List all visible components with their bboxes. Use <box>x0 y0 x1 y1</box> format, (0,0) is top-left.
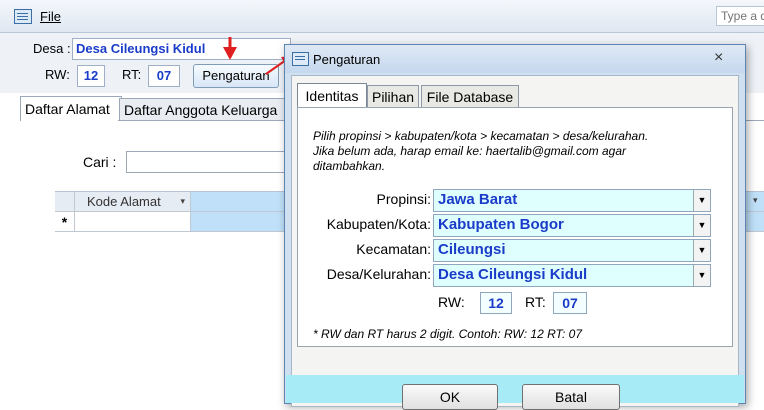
desa-kelurahan-value: Desa Cileungsi Kidul <box>438 266 588 283</box>
kecamatan-label: Kecamatan: <box>356 241 431 257</box>
tab-pilihan-label: Pilihan <box>371 89 415 105</box>
new-row-marker: * <box>61 214 68 230</box>
cari-label: Cari : <box>83 154 117 170</box>
ok-button-label: OK <box>439 389 461 405</box>
tab-daftar-alamat-label: Daftar Alamat <box>25 101 110 117</box>
kabupaten-dropdown-icon[interactable]: ▼ <box>693 215 710 236</box>
tab-file-database-label: File Database <box>426 89 514 105</box>
rt-value: 07 <box>156 68 172 83</box>
column-dropdown-icon[interactable]: ▾ <box>753 195 758 206</box>
propinsi-dropdown-icon[interactable]: ▼ <box>693 190 710 211</box>
desa-field[interactable]: Desa Cileungsi Kidul <box>72 38 291 60</box>
tab-daftar-alamat[interactable]: Daftar Alamat <box>20 96 122 121</box>
tab-identitas-label: Identitas <box>305 88 359 104</box>
dialog-rt-value: 07 <box>562 295 578 311</box>
dialog-rw-field[interactable]: 12 <box>480 292 512 314</box>
tab-daftar-anggota-keluarga-label: Daftar Anggota Keluarga <box>124 102 278 118</box>
ok-button[interactable]: OK <box>402 384 498 410</box>
propinsi-combo[interactable]: Jawa Barat ▼ <box>433 189 711 212</box>
kabupaten-combo[interactable]: Kabupaten Bogor ▼ <box>433 214 711 237</box>
close-icon[interactable]: × <box>714 49 723 67</box>
form-icon <box>14 9 32 24</box>
dialog-title: Pengaturan <box>313 52 381 67</box>
main-titlebar: File <box>0 0 764 33</box>
dialog-rt-label: RT: <box>525 294 546 310</box>
kabupaten-value: Kabupaten Bogor <box>438 216 564 233</box>
kabupaten-label: Kabupaten/Kota: <box>326 216 431 232</box>
pengaturan-dialog: Pengaturan × Identitas Pilihan File Data… <box>284 44 746 410</box>
kecamatan-value: Cileungsi <box>438 241 506 258</box>
dialog-button-band <box>286 375 744 403</box>
dialog-rw-label: RW: <box>438 294 465 310</box>
desa-kelurahan-label: Desa/Kelurahan: <box>326 266 431 282</box>
desa-value: Desa Cileungsi Kidul <box>76 41 206 56</box>
column-header-label: Kode Alamat <box>87 194 161 209</box>
instructions-text: Pilih propinsi > kabupaten/kota > kecama… <box>313 129 649 173</box>
select-all-corner[interactable] <box>55 192 75 212</box>
desa-label: Desa : <box>33 41 71 56</box>
cari-input[interactable] <box>126 151 298 173</box>
rw-field[interactable]: 12 <box>77 65 105 87</box>
pengaturan-button-label: Pengaturan <box>202 68 270 83</box>
tab-file-database[interactable]: File Database <box>421 85 519 108</box>
propinsi-label: Propinsi: <box>376 191 431 207</box>
batal-button-label: Batal <box>555 389 587 405</box>
tab-pilihan[interactable]: Pilihan <box>367 85 419 108</box>
rt-field[interactable]: 07 <box>148 65 180 87</box>
desa-kelurahan-dropdown-icon[interactable]: ▼ <box>693 265 710 286</box>
rt-label: RT: <box>122 67 142 82</box>
rw-value: 12 <box>83 68 99 83</box>
rw-rt-note: * RW dan RT harus 2 digit. Contoh: RW: 1… <box>313 327 583 341</box>
search-input[interactable] <box>716 6 764 26</box>
tab-identitas[interactable]: Identitas <box>297 83 367 108</box>
file-menu[interactable]: File <box>40 9 61 24</box>
new-row-selector[interactable]: * <box>55 212 75 232</box>
rw-label: RW: <box>45 67 70 82</box>
propinsi-value: Jawa Barat <box>438 191 518 208</box>
dialog-form-icon <box>292 52 309 66</box>
kecamatan-dropdown-icon[interactable]: ▼ <box>693 240 710 261</box>
kecamatan-combo[interactable]: Cileungsi ▼ <box>433 239 711 262</box>
dialog-rw-value: 12 <box>488 295 504 311</box>
red-arrow-down-icon <box>223 37 237 60</box>
dialog-titlebar[interactable]: Pengaturan × <box>285 45 745 73</box>
new-row-cell[interactable] <box>75 212 191 232</box>
tab-daftar-anggota-keluarga[interactable]: Daftar Anggota Keluarga <box>119 98 293 121</box>
column-header-kode-alamat[interactable]: Kode Alamat ▾ <box>75 192 191 212</box>
sort-dropdown-icon[interactable]: ▾ <box>180 192 185 211</box>
desa-kelurahan-combo[interactable]: Desa Cileungsi Kidul ▼ <box>433 264 711 287</box>
dialog-rt-field[interactable]: 07 <box>553 292 587 314</box>
batal-button[interactable]: Batal <box>522 384 620 410</box>
